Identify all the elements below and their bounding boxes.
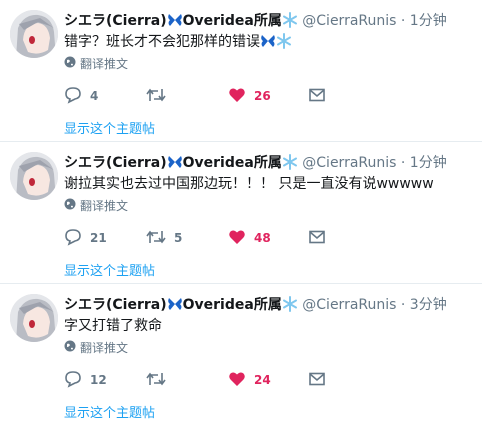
action-bar: 21 5 48 xyxy=(64,228,334,248)
retweet-count: 5 xyxy=(174,231,183,245)
retweet-button[interactable] xyxy=(146,86,174,106)
separator-dot: · xyxy=(400,297,406,313)
like-count: 24 xyxy=(254,373,271,387)
reply-count: 4 xyxy=(90,89,99,103)
retweet-button[interactable] xyxy=(146,370,174,390)
avatar[interactable] xyxy=(10,152,58,200)
tweet[interactable]: シエラ(Cierra) Overidea所属 @CierraRunis · 1分钟… xyxy=(0,142,482,284)
heart-icon xyxy=(228,86,246,107)
heart-icon xyxy=(228,370,246,391)
retweet-icon xyxy=(146,370,166,391)
like-button[interactable]: 48 xyxy=(228,228,271,248)
reply-icon xyxy=(64,228,82,249)
retweet-icon xyxy=(146,228,166,249)
snowflake-icon xyxy=(282,12,298,34)
globe-icon xyxy=(64,340,76,356)
show-thread-link[interactable]: 显示这个主题帖 xyxy=(64,260,155,279)
avatar[interactable] xyxy=(10,294,58,342)
message-button[interactable] xyxy=(308,370,326,390)
translate-link[interactable]: 翻译推文 xyxy=(64,198,128,214)
tweet-text: 错字？班长才不会犯那样的错误 xyxy=(64,32,292,55)
retweet-icon xyxy=(146,86,166,107)
butterfly-icon xyxy=(167,154,183,176)
like-button[interactable]: 24 xyxy=(228,370,271,390)
translate-label: 翻译推文 xyxy=(80,199,129,213)
show-thread-link[interactable]: 显示这个主题帖 xyxy=(64,118,155,137)
handle[interactable]: @CierraRunis xyxy=(302,297,396,313)
reply-icon xyxy=(64,86,82,107)
snowflake-icon xyxy=(282,296,298,318)
reply-button[interactable]: 21 xyxy=(64,228,107,248)
globe-icon xyxy=(64,56,76,72)
snowflake-icon xyxy=(276,33,292,55)
display-name[interactable]: シエラ(Cierra) Overidea所属 xyxy=(64,296,298,313)
like-count: 26 xyxy=(254,89,271,103)
butterfly-icon xyxy=(167,296,183,318)
reply-button[interactable]: 4 xyxy=(64,86,98,106)
tweet-header: シエラ(Cierra) Overidea所属 @CierraRunis · 3分钟 xyxy=(64,295,447,315)
display-name[interactable]: シエラ(Cierra) Overidea所属 xyxy=(64,154,298,171)
tweet[interactable]: シエラ(Cierra) Overidea所属 @CierraRunis · 1分钟… xyxy=(0,0,482,142)
handle[interactable]: @CierraRunis xyxy=(302,13,396,29)
mail-icon xyxy=(308,370,326,391)
butterfly-icon xyxy=(167,12,183,34)
show-thread-link[interactable]: 显示这个主题帖 xyxy=(64,402,155,421)
mail-icon xyxy=(308,228,326,249)
translate-label: 翻译推文 xyxy=(80,341,129,355)
separator-dot: · xyxy=(400,155,406,171)
reply-button[interactable]: 12 xyxy=(64,370,107,390)
display-name[interactable]: シエラ(Cierra) Overidea所属 xyxy=(64,12,298,29)
tweet-text: 字又打错了救命 xyxy=(64,318,162,334)
action-bar: 4 26 xyxy=(64,86,334,106)
heart-icon xyxy=(228,228,246,249)
translate-link[interactable]: 翻译推文 xyxy=(64,56,128,72)
separator-dot: · xyxy=(400,13,406,29)
message-button[interactable] xyxy=(308,86,326,106)
handle[interactable]: @CierraRunis xyxy=(302,155,396,171)
reply-count: 12 xyxy=(90,373,107,387)
tweet-header: シエラ(Cierra) Overidea所属 @CierraRunis · 1分钟 xyxy=(64,11,447,31)
translate-link[interactable]: 翻译推文 xyxy=(64,340,128,356)
avatar[interactable] xyxy=(10,10,58,58)
timestamp[interactable]: 1分钟 xyxy=(410,13,447,29)
like-count: 48 xyxy=(254,231,271,245)
tweet-text: 谢拉其实也去过中国那边玩！！！ 只是一直没有说wwwww xyxy=(64,176,434,192)
action-bar: 12 24 xyxy=(64,370,334,390)
reply-icon xyxy=(64,370,82,391)
tweet-header: シエラ(Cierra) Overidea所属 @CierraRunis · 1分钟 xyxy=(64,153,447,173)
reply-count: 21 xyxy=(90,231,107,245)
globe-icon xyxy=(64,198,76,214)
retweet-button[interactable]: 5 xyxy=(146,228,182,248)
tweet[interactable]: シエラ(Cierra) Overidea所属 @CierraRunis · 3分钟… xyxy=(0,284,482,426)
timestamp[interactable]: 3分钟 xyxy=(410,297,447,313)
snowflake-icon xyxy=(282,154,298,176)
mail-icon xyxy=(308,86,326,107)
like-button[interactable]: 26 xyxy=(228,86,271,106)
timestamp[interactable]: 1分钟 xyxy=(410,155,447,171)
message-button[interactable] xyxy=(308,228,326,248)
butterfly-icon xyxy=(260,33,276,55)
translate-label: 翻译推文 xyxy=(80,57,129,71)
